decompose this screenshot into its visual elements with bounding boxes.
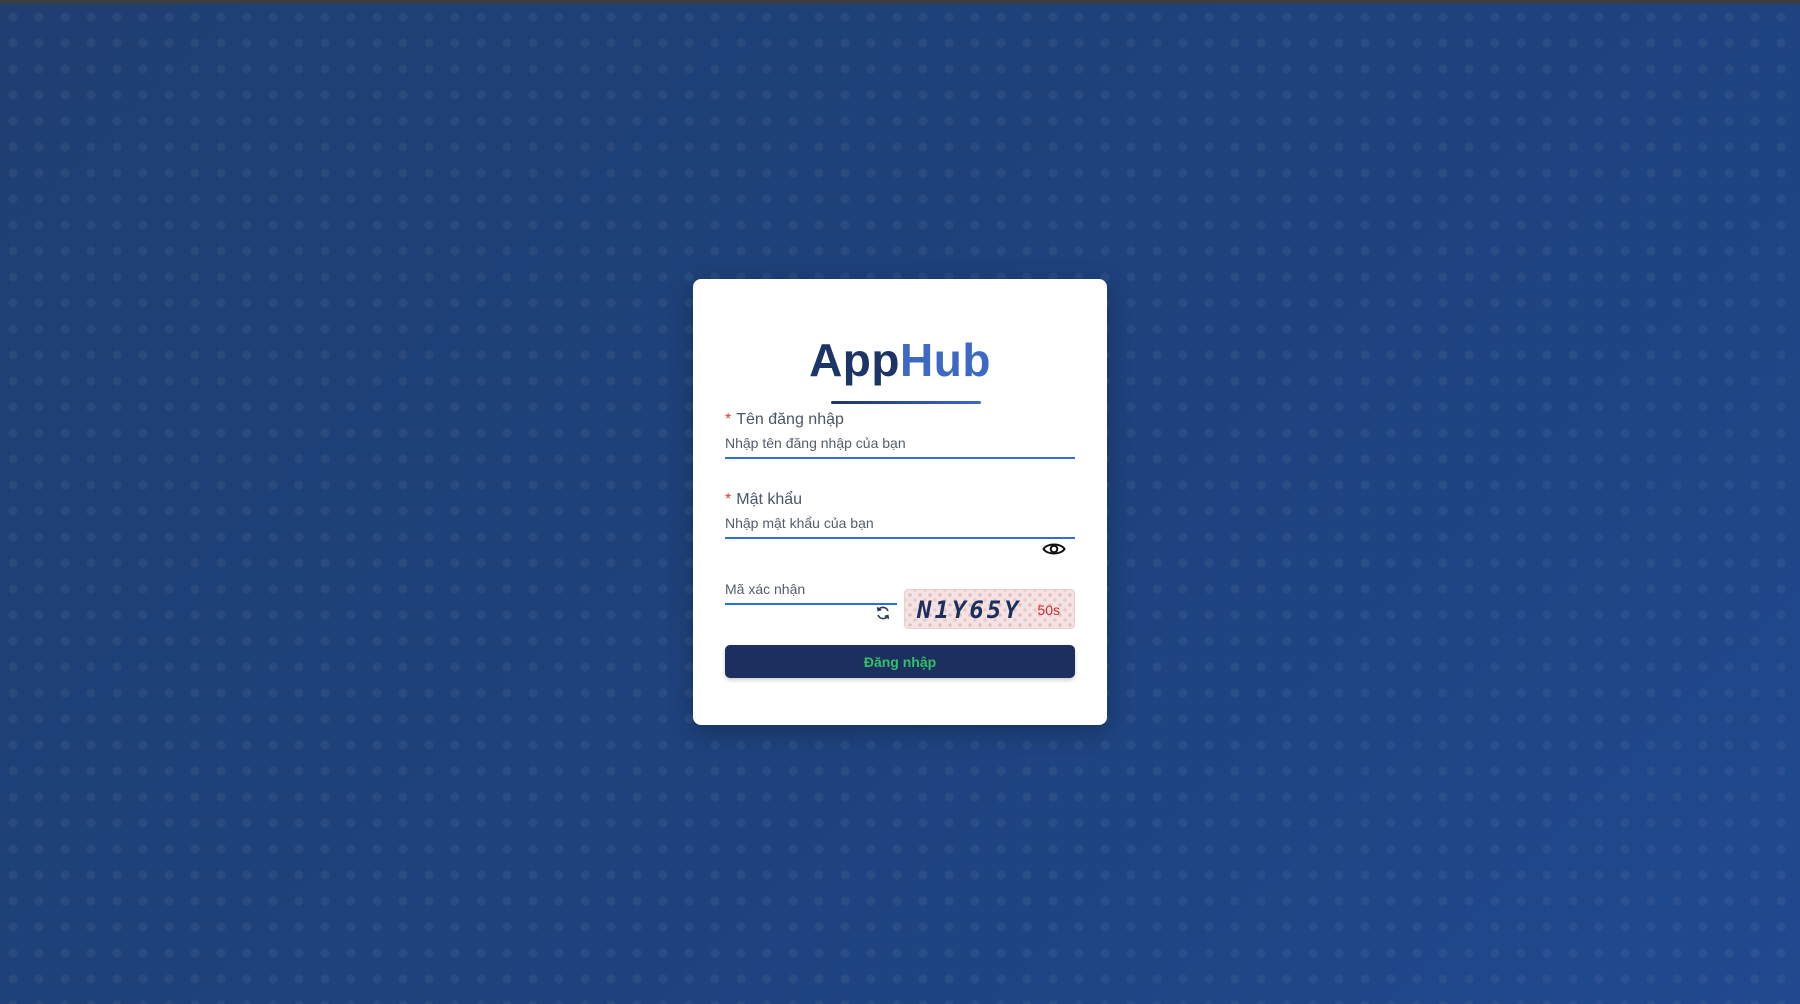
captcha-timer: 50s <box>1037 602 1060 618</box>
password-label: * Mật khẩu <box>725 490 802 510</box>
login-card: AppHub *Tên đăng nhập *Mật khẩu N1Y65Y 5… <box>693 279 1107 725</box>
username-label-text: Tên đăng nhập <box>736 411 844 428</box>
logo-text-hub: Hub <box>900 334 991 386</box>
captcha-input[interactable] <box>725 575 897 605</box>
window-top-bar <box>0 0 1800 4</box>
captcha-code: N1Y65Y <box>917 596 1022 624</box>
logo-underline <box>831 401 981 404</box>
captcha-image[interactable]: N1Y65Y 50s <box>904 589 1075 629</box>
toggle-password-visibility-button[interactable] <box>1041 536 1067 562</box>
refresh-icon <box>876 606 890 620</box>
eye-icon <box>1042 543 1066 555</box>
username-input[interactable] <box>725 429 1075 459</box>
password-label-text: Mật khẩu <box>736 491 803 508</box>
refresh-captcha-button[interactable] <box>873 603 893 623</box>
logo-text-app: App <box>809 334 900 386</box>
app-logo: AppHub <box>693 333 1107 387</box>
required-mark: * <box>725 411 732 428</box>
login-button[interactable]: Đăng nhập <box>725 645 1075 678</box>
username-label: * Tên đăng nhập <box>725 410 844 430</box>
required-mark: * <box>725 491 732 508</box>
password-input[interactable] <box>725 509 1075 539</box>
